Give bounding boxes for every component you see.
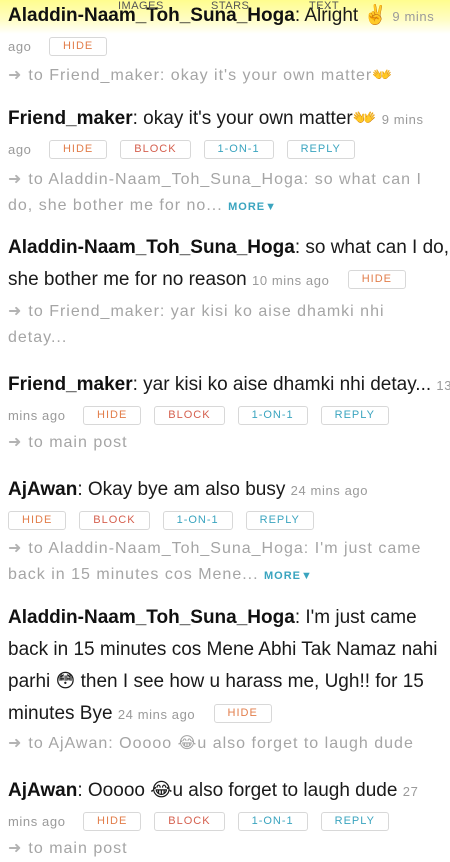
reply-context[interactable]: ➜ to main post [8, 430, 446, 456]
message-text: : Ooooo [77, 780, 151, 801]
more-link[interactable]: MORE▼ [264, 570, 313, 582]
one-on-one-button[interactable]: 1-ON-1 [237, 406, 308, 426]
timestamp: 9 mins [381, 112, 424, 127]
laughing-face-emoji-icon: 😂 [150, 780, 173, 801]
tab-stars[interactable]: STARS [211, 0, 249, 12]
reply-context[interactable]: ➜ to main post [8, 836, 446, 862]
block-button[interactable]: BLOCK [120, 140, 191, 160]
block-button[interactable]: BLOCK [154, 406, 225, 426]
timestamp-cont: ago [8, 39, 32, 54]
open-hands-emoji-icon: 👐 [352, 108, 377, 129]
one-on-one-button[interactable]: 1-ON-1 [203, 140, 274, 160]
arrow-right-icon: ➜ [8, 540, 23, 557]
reply-button[interactable]: REPLY [245, 511, 314, 531]
list-item: Aladdin-Naam_Toh_Suna_Hoga: so what can … [8, 237, 450, 346]
flushed-face-emoji-icon: 😳 [55, 671, 76, 692]
hide-button[interactable]: HIDE [83, 812, 142, 832]
block-button[interactable]: BLOCK [79, 511, 150, 531]
username[interactable]: AjAwan [8, 780, 77, 801]
hide-button[interactable]: HIDE [8, 511, 67, 531]
timestamp-cont: ago [8, 142, 32, 157]
reply-context[interactable]: ➜ to AjAwan: Ooooo 😂u also forget to laug… [8, 731, 446, 757]
hide-button[interactable]: HIDE [83, 406, 142, 426]
reply-button[interactable]: REPLY [286, 140, 355, 160]
message-text: : so what can I do, [294, 237, 450, 258]
list-item: AjAwan: Ooooo 😂u also forget to laugh du… [8, 775, 446, 862]
message-text: : I'm just came [294, 607, 417, 628]
tab-text[interactable]: TEXT [309, 0, 339, 12]
timestamp: 13 [436, 378, 450, 393]
timestamp-cont: mins ago [8, 408, 66, 423]
list-item: Friend_maker: okay it's your own matter👐… [8, 103, 446, 220]
timestamp: 27 [402, 784, 419, 799]
reply-button[interactable]: REPLY [320, 812, 389, 832]
reply-context[interactable]: ➜ to Friend_maker: okay it's your own mat… [8, 63, 446, 89]
list-item: Aladdin-Naam_Toh_Suna_Hoga: I'm just cam… [8, 602, 446, 757]
username[interactable]: Aladdin-Naam_Toh_Suna_Hoga [8, 607, 295, 628]
open-hands-emoji-icon: 👐 [372, 67, 394, 84]
reply-context[interactable]: ➜ to Aladdin-Naam_Toh_Suna_Hoga: so what … [8, 167, 446, 193]
hide-button[interactable]: HIDE [213, 704, 272, 724]
list-item: Aladdin-Naam_Toh_Suna_Hoga: Alright ✌️ 9… [8, 0, 446, 89]
message-text: : yar kisi ko aise dhamki nhi detay... [132, 374, 432, 395]
arrow-right-icon: ➜ [8, 171, 23, 188]
reply-context[interactable]: ➜ to Aladdin-Naam_Toh_Suna_Hoga: I'm just… [8, 536, 446, 562]
one-on-one-button[interactable]: 1-ON-1 [162, 511, 233, 531]
message-text-cont: back in 15 minutes cos Mene Abhi Tak Nam… [8, 639, 438, 660]
timestamp: 24 mins ago [290, 483, 369, 498]
message-text: : Okay bye am also busy [77, 479, 286, 500]
hide-button[interactable]: HIDE [48, 140, 108, 160]
caret-down-icon: ▼ [265, 201, 278, 213]
reply-button[interactable]: REPLY [320, 406, 389, 426]
block-button[interactable]: BLOCK [154, 812, 225, 832]
username[interactable]: Friend_maker [8, 374, 133, 395]
timestamp: 24 mins ago [117, 707, 196, 722]
list-item: Friend_maker: yar kisi ko aise dhamki nh… [8, 369, 450, 456]
username[interactable]: Friend_maker [8, 108, 133, 129]
arrow-right-icon: ➜ [8, 67, 23, 84]
caret-down-icon: ▼ [301, 570, 313, 582]
message-text-cont: she bother me for no reason [8, 269, 247, 290]
reply-context[interactable]: ➜ to Friend_maker: yar kisi ko aise dhamk… [8, 299, 446, 325]
arrow-right-icon: ➜ [8, 840, 23, 857]
one-on-one-button[interactable]: 1-ON-1 [237, 812, 308, 832]
hide-button[interactable]: HIDE [347, 270, 406, 290]
filter-tabs: IMAGES STARS TEXT [0, 0, 450, 12]
username[interactable]: Aladdin-Naam_Toh_Suna_Hoga [8, 237, 295, 258]
laughing-face-emoji-icon: 😂 [177, 735, 198, 752]
arrow-right-icon: ➜ [8, 303, 23, 320]
username[interactable]: AjAwan [8, 479, 77, 500]
timestamp-cont: mins ago [8, 814, 66, 829]
more-link[interactable]: MORE▼ [228, 201, 277, 213]
tab-images[interactable]: IMAGES [118, 0, 164, 12]
arrow-right-icon: ➜ [8, 735, 23, 752]
arrow-right-icon: ➜ [8, 434, 23, 451]
timestamp: 10 mins ago [251, 273, 330, 288]
message-text: : okay it's your own matter [132, 108, 353, 129]
hide-button[interactable]: HIDE [48, 37, 108, 57]
list-item: AjAwan: Okay bye am also busy 24 mins ag… [8, 474, 446, 589]
